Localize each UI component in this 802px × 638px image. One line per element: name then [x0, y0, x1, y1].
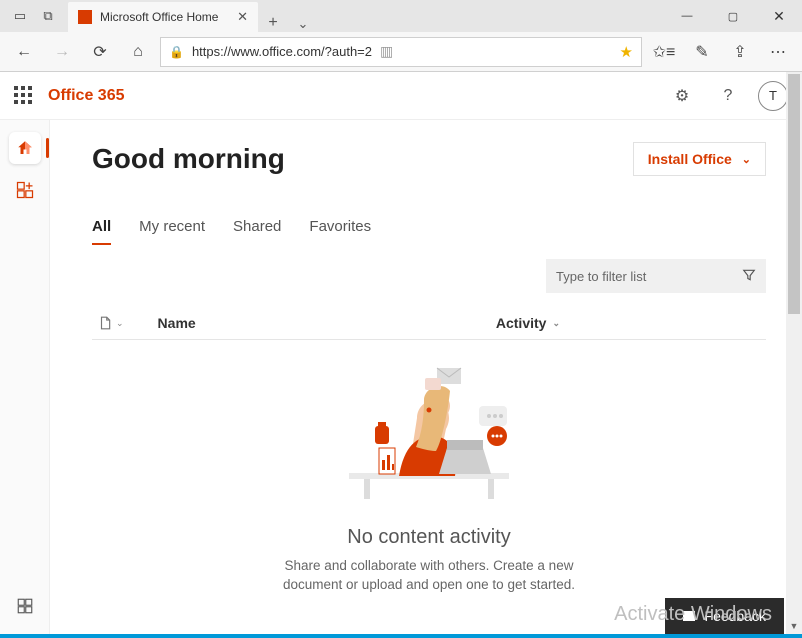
feedback-button[interactable]: Feedback — [665, 598, 784, 634]
chevron-down-icon: ⌄ — [742, 153, 751, 166]
chevron-down-icon: ⌄ — [552, 318, 560, 329]
home-icon — [16, 139, 34, 157]
scrollbar-thumb[interactable] — [788, 74, 800, 314]
list-header-row: ⌄ Name Activity ⌄ — [92, 307, 766, 340]
document-tabs: All My recent Shared Favorites — [92, 218, 766, 245]
window-minimize-button[interactable]: — — [664, 0, 710, 32]
window-maximize-button[interactable]: ▢ — [710, 0, 756, 32]
url-input[interactable]: 🔒 https://www.office.com/?auth=2 ▥ ★ — [160, 37, 642, 67]
refresh-button[interactable]: ⟳ — [84, 36, 116, 68]
notes-icon[interactable]: ✎ — [686, 36, 718, 68]
chevron-down-icon: ⌄ — [116, 318, 124, 329]
scroll-down-icon[interactable]: ▼ — [786, 618, 802, 634]
empty-state: No content activity Share and collaborat… — [92, 358, 766, 595]
browser-address-bar: ← → ⟳ ⌂ 🔒 https://www.office.com/?auth=2… — [0, 32, 802, 72]
browser-tab[interactable]: Microsoft Office Home ✕ — [68, 2, 258, 32]
share-icon[interactable]: ⇪ — [724, 36, 756, 68]
column-name[interactable]: Name — [158, 315, 484, 331]
app-launcher-icon[interactable] — [14, 86, 34, 106]
main-content: Good morning Install Office ⌄ All My rec… — [50, 120, 802, 634]
file-type-column-icon[interactable]: ⌄ — [98, 315, 124, 331]
tab-aside-icon[interactable]: ⧉ — [36, 0, 60, 32]
feedback-icon — [683, 611, 695, 621]
window-close-button[interactable]: ✕ — [756, 0, 802, 32]
reading-view-icon[interactable]: ▥ — [380, 43, 393, 60]
filter-placeholder: Type to filter list — [556, 269, 646, 284]
more-icon[interactable]: ⋯ — [762, 36, 794, 68]
browser-titlebar: ▭ ⧉ Microsoft Office Home ✕ + ⌄ — ▢ ✕ — [0, 0, 802, 32]
filter-icon[interactable] — [742, 268, 756, 285]
brand-label[interactable]: Office 365 — [48, 87, 124, 105]
help-icon[interactable]: ? — [712, 80, 744, 112]
favorite-star-icon[interactable]: ★ — [620, 43, 633, 61]
tab-all[interactable]: All — [92, 218, 111, 245]
favorites-list-icon[interactable]: ✩≡ — [648, 36, 680, 68]
back-button[interactable]: ← — [8, 36, 40, 68]
office-header: Office 365 ⚙ ? T — [0, 72, 802, 120]
tab-shared[interactable]: Shared — [233, 218, 281, 245]
forward-button[interactable]: → — [46, 36, 78, 68]
task-view-icon[interactable]: ▭ — [8, 0, 32, 32]
empty-body: Share and collaborate with others. Creat… — [259, 557, 599, 595]
lock-icon: 🔒 — [169, 45, 184, 59]
tab-favorites[interactable]: Favorites — [309, 218, 371, 245]
office-favicon-icon — [78, 10, 92, 24]
rail-apps-button[interactable] — [16, 597, 34, 620]
vertical-scrollbar[interactable]: ▲ ▼ — [786, 72, 802, 634]
filter-input[interactable]: Type to filter list — [546, 259, 766, 293]
home-button[interactable]: ⌂ — [122, 36, 154, 68]
rail-create-button[interactable] — [15, 180, 35, 205]
tab-menu-button[interactable]: ⌄ — [288, 16, 318, 32]
close-tab-icon[interactable]: ✕ — [237, 9, 248, 25]
url-text: https://www.office.com/?auth=2 — [192, 44, 372, 59]
rail-home-button[interactable] — [9, 132, 41, 164]
column-activity[interactable]: Activity ⌄ — [496, 315, 560, 331]
browser-tab-title: Microsoft Office Home — [100, 10, 218, 24]
settings-icon[interactable]: ⚙ — [666, 80, 698, 112]
account-avatar[interactable]: T — [758, 81, 788, 111]
taskbar-edge — [0, 634, 802, 638]
empty-title: No content activity — [92, 526, 766, 549]
left-rail — [0, 120, 50, 634]
install-office-button[interactable]: Install Office ⌄ — [633, 142, 766, 176]
empty-illustration — [329, 358, 529, 508]
greeting-heading: Good morning — [92, 143, 285, 175]
new-tab-button[interactable]: + — [258, 14, 288, 32]
tab-recent[interactable]: My recent — [139, 218, 205, 245]
